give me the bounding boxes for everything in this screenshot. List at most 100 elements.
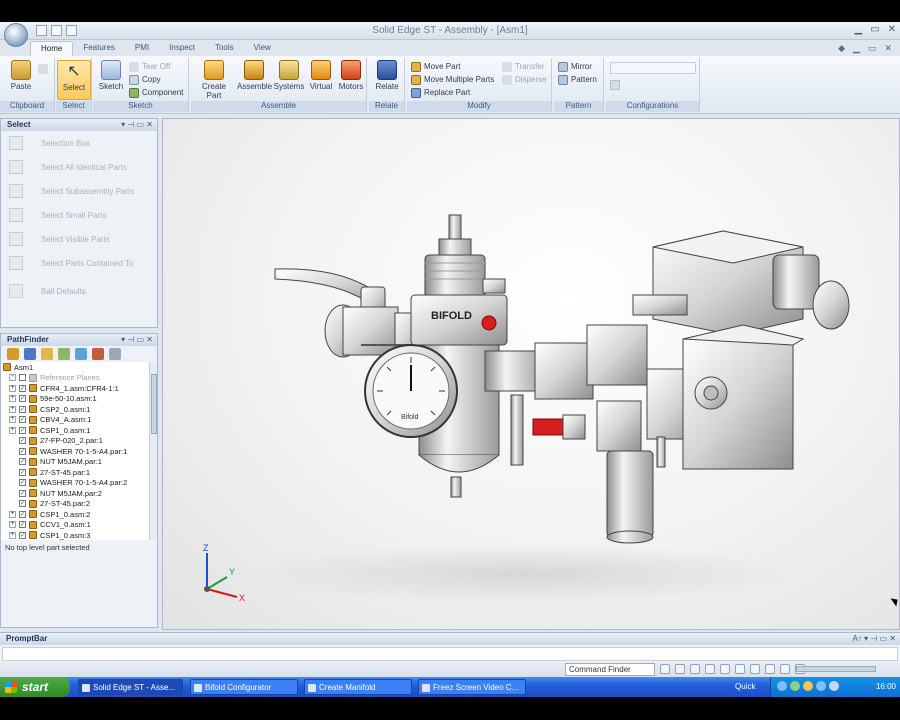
select-subassembly-parts-item[interactable]: Select Subassembly Parts — [1, 179, 157, 203]
prompt-text-field[interactable] — [2, 647, 898, 661]
pan-icon[interactable] — [720, 664, 730, 674]
view-orientation-icon[interactable] — [780, 664, 790, 674]
move-part-button[interactable]: Move Part — [411, 60, 460, 73]
sketch-button[interactable]: Sketch — [94, 60, 128, 100]
configuration-dropdown[interactable] — [610, 62, 696, 74]
tab-view[interactable]: View — [244, 41, 281, 56]
tree-row[interactable]: ✓ 27-FP-020_2.par:1 — [1, 436, 149, 447]
application-button[interactable] — [4, 23, 28, 47]
tray-app-icon[interactable] — [816, 681, 826, 691]
start-button[interactable]: start — [0, 677, 70, 697]
select-button[interactable]: ↖ Select — [57, 60, 91, 100]
expand-icon[interactable]: + — [9, 521, 16, 529]
mirror-button[interactable]: Mirror — [558, 60, 592, 73]
panel-controls[interactable]: ▾ ⊣ ▭ ✕ — [121, 119, 153, 131]
component-button[interactable]: Component — [129, 86, 183, 99]
tab-pmi[interactable]: PMI — [125, 41, 159, 56]
rotate-icon[interactable] — [735, 664, 745, 674]
prompt-bar-controls[interactable]: A↑ ▾ ⊣ ▭ ✕ — [853, 633, 896, 645]
minimize-icon[interactable]: ▁ — [854, 24, 862, 35]
visibility-checkbox[interactable]: ✓ — [19, 395, 26, 403]
pf-parts-icon[interactable] — [41, 348, 53, 360]
zoom-slider[interactable] — [796, 666, 876, 672]
pf-assembly-icon[interactable] — [7, 348, 19, 360]
pathfinder-panel-controls[interactable]: ▾ ⊣ ▭ ✕ — [121, 334, 153, 346]
fit-icon[interactable] — [705, 664, 715, 674]
tab-inspect[interactable]: Inspect — [159, 41, 205, 56]
visibility-checkbox[interactable]: ✓ — [19, 437, 26, 445]
relate-button[interactable]: Relate — [370, 60, 404, 100]
visibility-checkbox[interactable]: ✓ — [19, 521, 26, 529]
systems-button[interactable]: Systems — [272, 60, 306, 100]
pf-relations-icon[interactable] — [58, 348, 70, 360]
tree-row[interactable]: + ✓ CBV4_A.asm:1 — [1, 415, 149, 426]
create-part-in-place-button[interactable]: Create Part In-Place — [194, 60, 234, 109]
sketch-view-icon[interactable] — [750, 664, 760, 674]
visibility-checkbox[interactable]: ✓ — [19, 384, 26, 392]
maximize-icon[interactable]: ▭ — [870, 24, 879, 35]
tree-row[interactable]: + Reference Planes — [1, 373, 149, 384]
tree-row[interactable]: ✓ WASHER 70-1-5-A4.par:2 — [1, 478, 149, 489]
taskbar-item-create-manifold[interactable]: Create Manifold — [304, 679, 412, 695]
close-icon[interactable]: ✕ — [888, 24, 896, 35]
expand-icon[interactable]: + — [9, 384, 16, 392]
shaded-icon[interactable] — [765, 664, 775, 674]
assembly-model[interactable]: BIFOLD Bifold Z X Y — [163, 119, 900, 630]
manifold-pipe[interactable] — [484, 342, 594, 466]
motors-button[interactable]: Motors — [334, 60, 368, 100]
save-configuration-icon[interactable] — [610, 80, 620, 90]
tree-scrollbar-thumb[interactable] — [151, 374, 157, 434]
expand-icon[interactable]: + — [9, 416, 16, 424]
tree-row[interactable]: ✓ NUT M5JAM.par:2 — [1, 488, 149, 499]
visibility-checkbox[interactable]: ✓ — [19, 426, 26, 434]
select-parts-contained-item[interactable]: Select Parts Contained To — [1, 251, 157, 275]
tab-home[interactable]: Home — [30, 41, 74, 56]
visibility-checkbox[interactable]: ✓ — [19, 416, 26, 424]
command-finder-input[interactable]: Command Finder — [565, 663, 655, 676]
visibility-checkbox[interactable]: ✓ — [19, 458, 26, 466]
visibility-checkbox[interactable]: ✓ — [19, 447, 26, 455]
tree-root[interactable]: Asm1 — [1, 362, 149, 373]
zoom-area-icon[interactable] — [675, 664, 685, 674]
tray-network-icon[interactable] — [777, 681, 787, 691]
tree-row[interactable]: ✓ WASHER 70-1-5-A4.par:1 — [1, 446, 149, 457]
help-icon[interactable]: ◆ — [838, 43, 845, 54]
expand-icon[interactable]: + — [9, 374, 16, 382]
tree-row[interactable]: + ✓ CSP1_0.asm:1 — [1, 425, 149, 436]
ribbon-minimize-icon[interactable]: ▁ — [853, 43, 860, 54]
tree-scrollbar[interactable] — [149, 362, 157, 540]
expand-icon[interactable]: + — [9, 510, 16, 518]
zoom-icon[interactable] — [690, 664, 700, 674]
go-icon[interactable] — [660, 664, 670, 674]
select-small-parts-item[interactable]: Select Small Parts — [1, 203, 157, 227]
tree-row[interactable]: + ✓ CSP1_0.asm:3 — [1, 530, 149, 540]
expand-icon[interactable]: + — [9, 426, 16, 434]
expand-icon[interactable]: + — [9, 405, 16, 413]
tree-row[interactable]: + ✓ 59e-50-10.asm:1 — [1, 394, 149, 405]
visibility-checkbox[interactable]: ✓ — [19, 479, 26, 487]
visibility-checkbox[interactable]: ✓ — [19, 500, 26, 508]
tree-row[interactable]: + ✓ CSP1_0.asm:2 — [1, 509, 149, 520]
visibility-checkbox[interactable]: ✓ — [19, 405, 26, 413]
assemble-button[interactable]: Assemble — [237, 60, 272, 100]
transfer-button[interactable]: Transfer — [502, 60, 545, 73]
taskbar-item-screen-recorder[interactable]: Freez Screen Video C... — [418, 679, 526, 695]
pattern-button[interactable]: Pattern — [558, 73, 597, 86]
ball-defaults-item[interactable]: Ball Defaults — [1, 279, 157, 303]
pressure-gauge[interactable]: Bifold — [364, 344, 458, 438]
tray-update-icon[interactable] — [829, 681, 839, 691]
expand-icon[interactable]: + — [9, 395, 16, 403]
pf-grid-icon[interactable] — [75, 348, 87, 360]
replace-part-button[interactable]: Replace Part — [411, 86, 470, 99]
select-identical-parts-item[interactable]: Select All Identical Parts — [1, 155, 157, 179]
selection-box-item[interactable]: Selection Box — [1, 131, 157, 155]
tree-row[interactable]: + ✓ CFR4_1.asm:CFR4-1:1 — [1, 383, 149, 394]
visibility-checkbox[interactable] — [19, 374, 26, 382]
red-fitting[interactable] — [532, 418, 564, 436]
paste-button[interactable]: Paste — [4, 60, 38, 100]
tree-row[interactable]: + ✓ CSP2_0.asm:1 — [1, 404, 149, 415]
taskbar-item-solid-edge[interactable]: Solid Edge ST - Asse... — [78, 679, 183, 695]
pf-more-icon[interactable] — [109, 348, 121, 360]
graphics-viewport[interactable]: BIFOLD Bifold Z X Y — [162, 118, 900, 630]
ribbon-restore-icon[interactable]: ▭ — [868, 43, 877, 54]
